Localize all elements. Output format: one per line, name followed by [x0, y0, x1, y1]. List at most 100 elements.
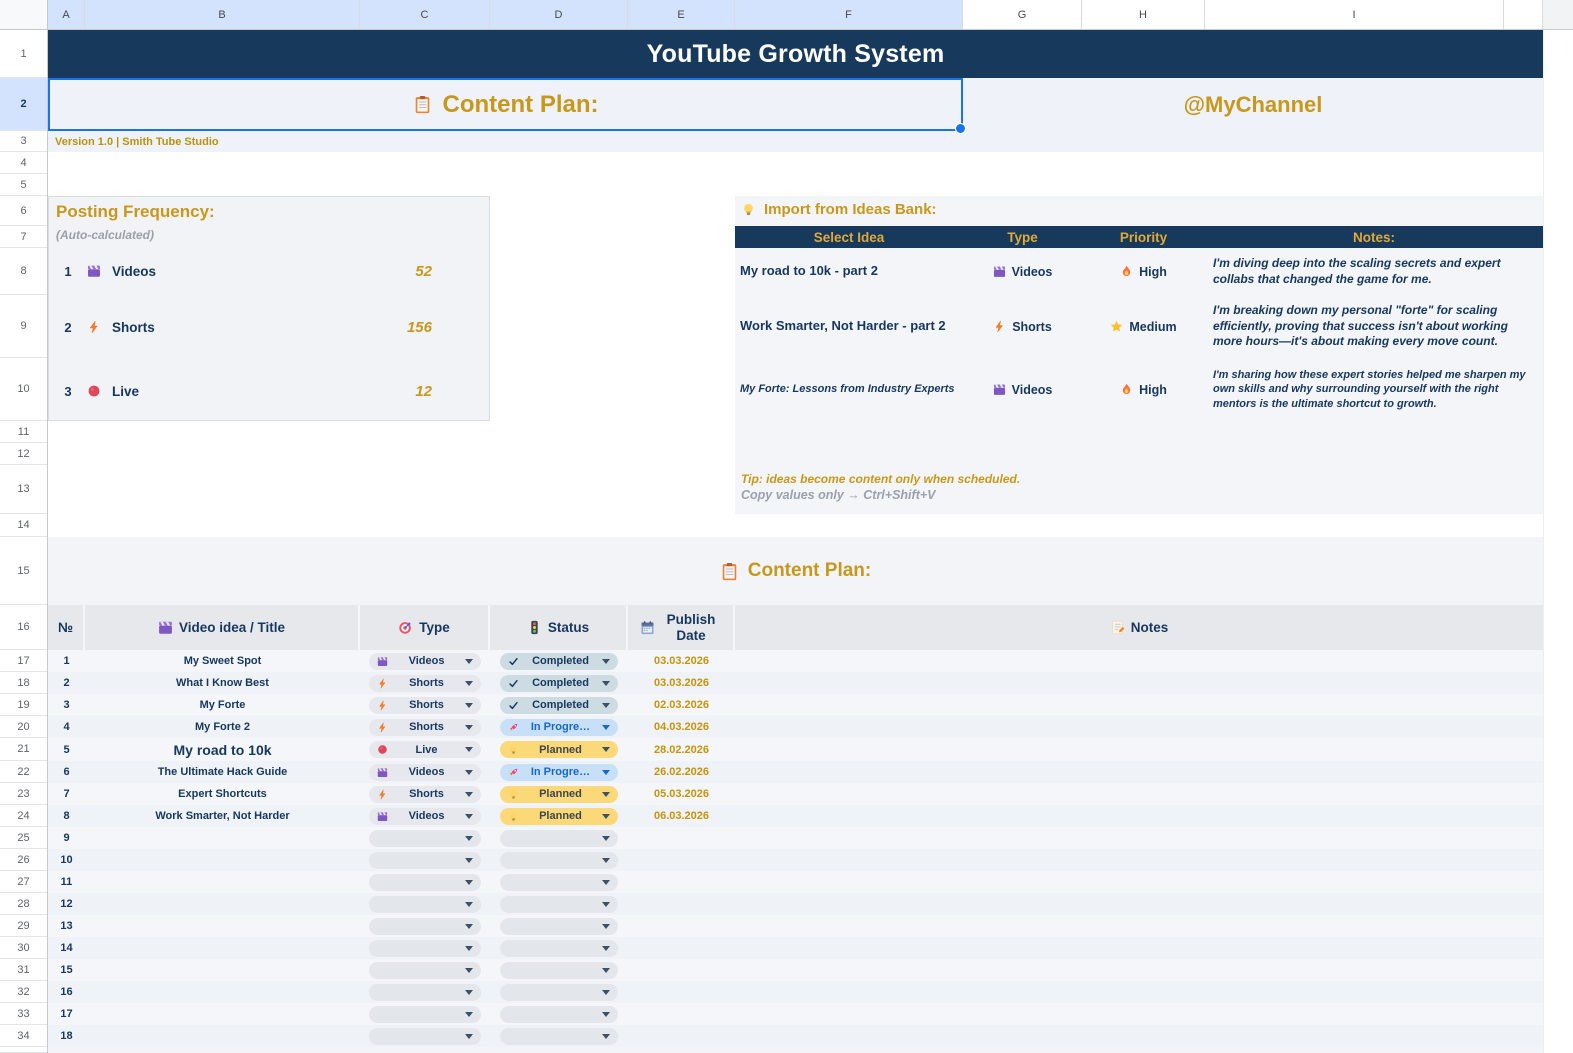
row-header-16[interactable]: 16: [0, 605, 47, 650]
row-header-33[interactable]: 33: [0, 1003, 47, 1025]
type-dropdown[interactable]: [369, 984, 481, 1001]
type-dropdown[interactable]: Shorts: [369, 697, 481, 714]
type-dropdown[interactable]: [369, 874, 481, 891]
notes-cell[interactable]: [735, 827, 1543, 849]
type-dropdown[interactable]: Shorts: [369, 675, 481, 692]
notes-cell[interactable]: [735, 937, 1543, 959]
row-header-6[interactable]: 6: [0, 196, 47, 226]
publish-date-cell[interactable]: [628, 871, 735, 893]
row-header-26[interactable]: 26: [0, 849, 47, 871]
row-header-11[interactable]: 11: [0, 421, 47, 443]
type-dropdown[interactable]: [369, 896, 481, 913]
video-title-cell[interactable]: [85, 893, 360, 915]
publish-date-cell[interactable]: 05.03.2026: [628, 783, 735, 805]
row-header-7[interactable]: 7: [0, 226, 47, 248]
notes-cell[interactable]: [735, 805, 1543, 827]
row-header-9[interactable]: 9: [0, 295, 47, 358]
status-dropdown[interactable]: [500, 918, 618, 935]
status-dropdown[interactable]: [500, 984, 618, 1001]
status-dropdown[interactable]: [500, 896, 618, 913]
row-header-1[interactable]: 1: [0, 30, 47, 78]
row-header-8[interactable]: 8: [0, 248, 47, 295]
publish-date-cell[interactable]: [628, 849, 735, 871]
type-dropdown[interactable]: [369, 1006, 481, 1023]
status-dropdown[interactable]: [500, 874, 618, 891]
row-header-18[interactable]: 18: [0, 672, 47, 694]
notes-cell[interactable]: [735, 783, 1543, 805]
type-dropdown[interactable]: Shorts: [369, 786, 481, 803]
row-header-30[interactable]: 30: [0, 937, 47, 959]
notes-cell[interactable]: [735, 893, 1543, 915]
notes-cell[interactable]: [735, 959, 1543, 981]
selection-fill-handle[interactable]: [955, 123, 966, 134]
column-header-C[interactable]: C: [360, 0, 490, 29]
video-title-cell[interactable]: Expert Shortcuts: [85, 783, 360, 805]
notes-cell[interactable]: [735, 694, 1543, 716]
video-title-cell[interactable]: [85, 981, 360, 1003]
status-dropdown[interactable]: [500, 962, 618, 979]
type-dropdown[interactable]: Shorts: [369, 719, 481, 736]
status-dropdown[interactable]: [500, 1028, 618, 1045]
notes-cell[interactable]: [735, 738, 1543, 761]
type-dropdown[interactable]: Live: [369, 741, 481, 758]
row-header-17[interactable]: 17: [0, 650, 47, 672]
video-title-cell[interactable]: What I Know Best: [85, 672, 360, 694]
publish-date-cell[interactable]: 02.03.2026: [628, 694, 735, 716]
type-dropdown[interactable]: [369, 918, 481, 935]
type-dropdown[interactable]: [369, 852, 481, 869]
status-dropdown[interactable]: [500, 1006, 618, 1023]
publish-date-cell[interactable]: [628, 959, 735, 981]
publish-date-cell[interactable]: 03.03.2026: [628, 672, 735, 694]
row-header-3[interactable]: 3: [0, 131, 47, 152]
status-dropdown[interactable]: [500, 830, 618, 847]
row-header-20[interactable]: 20: [0, 716, 47, 738]
video-title-cell[interactable]: [85, 1003, 360, 1025]
video-title-cell[interactable]: My Sweet Spot: [85, 650, 360, 672]
notes-cell[interactable]: [735, 672, 1543, 694]
video-title-cell[interactable]: [85, 1025, 360, 1047]
status-dropdown[interactable]: Planned: [500, 741, 618, 758]
publish-date-cell[interactable]: [628, 981, 735, 1003]
publish-date-cell[interactable]: 26.02.2026: [628, 761, 735, 783]
idea-title-cell[interactable]: My Forte: Lessons from Industry Experts: [735, 358, 963, 421]
publish-date-cell[interactable]: 28.02.2026: [628, 738, 735, 761]
type-dropdown[interactable]: Videos: [369, 653, 481, 670]
status-dropdown[interactable]: Planned: [500, 786, 618, 803]
notes-cell[interactable]: [735, 915, 1543, 937]
type-dropdown[interactable]: [369, 1028, 481, 1045]
publish-date-cell[interactable]: [628, 915, 735, 937]
row-header-24[interactable]: 24: [0, 805, 47, 827]
column-header-I[interactable]: I: [1205, 0, 1504, 29]
video-title-cell[interactable]: My road to 10k: [85, 738, 360, 761]
column-header-F[interactable]: F: [735, 0, 963, 29]
video-title-cell[interactable]: [85, 849, 360, 871]
status-dropdown[interactable]: In Progre…: [500, 764, 618, 781]
column-header-A[interactable]: A: [48, 0, 85, 29]
notes-cell[interactable]: [735, 1025, 1543, 1047]
video-title-cell[interactable]: My Forte 2: [85, 716, 360, 738]
row-header-13[interactable]: 13: [0, 465, 47, 514]
column-header-E[interactable]: E: [628, 0, 735, 29]
row-header-22[interactable]: 22: [0, 761, 47, 783]
notes-cell[interactable]: [735, 871, 1543, 893]
status-dropdown[interactable]: Planned: [500, 808, 618, 825]
row-header-25[interactable]: 25: [0, 827, 47, 849]
idea-title-cell[interactable]: Work Smarter, Not Harder - part 2: [735, 295, 963, 358]
sheet-corner-selector[interactable]: [0, 0, 48, 30]
video-title-cell[interactable]: [85, 871, 360, 893]
notes-cell[interactable]: [735, 981, 1543, 1003]
status-dropdown[interactable]: [500, 940, 618, 957]
row-header-14[interactable]: 14: [0, 514, 47, 537]
status-dropdown[interactable]: Completed: [500, 675, 618, 692]
type-dropdown[interactable]: [369, 940, 481, 957]
column-header-D[interactable]: D: [490, 0, 628, 29]
row-header-28[interactable]: 28: [0, 893, 47, 915]
row-header-34[interactable]: 34: [0, 1025, 47, 1047]
row-header-19[interactable]: 19: [0, 694, 47, 716]
video-title-cell[interactable]: The Ultimate Hack Guide: [85, 761, 360, 783]
video-title-cell[interactable]: [85, 959, 360, 981]
publish-date-cell[interactable]: [628, 937, 735, 959]
notes-cell[interactable]: [735, 761, 1543, 783]
type-dropdown[interactable]: [369, 962, 481, 979]
row-header-29[interactable]: 29: [0, 915, 47, 937]
